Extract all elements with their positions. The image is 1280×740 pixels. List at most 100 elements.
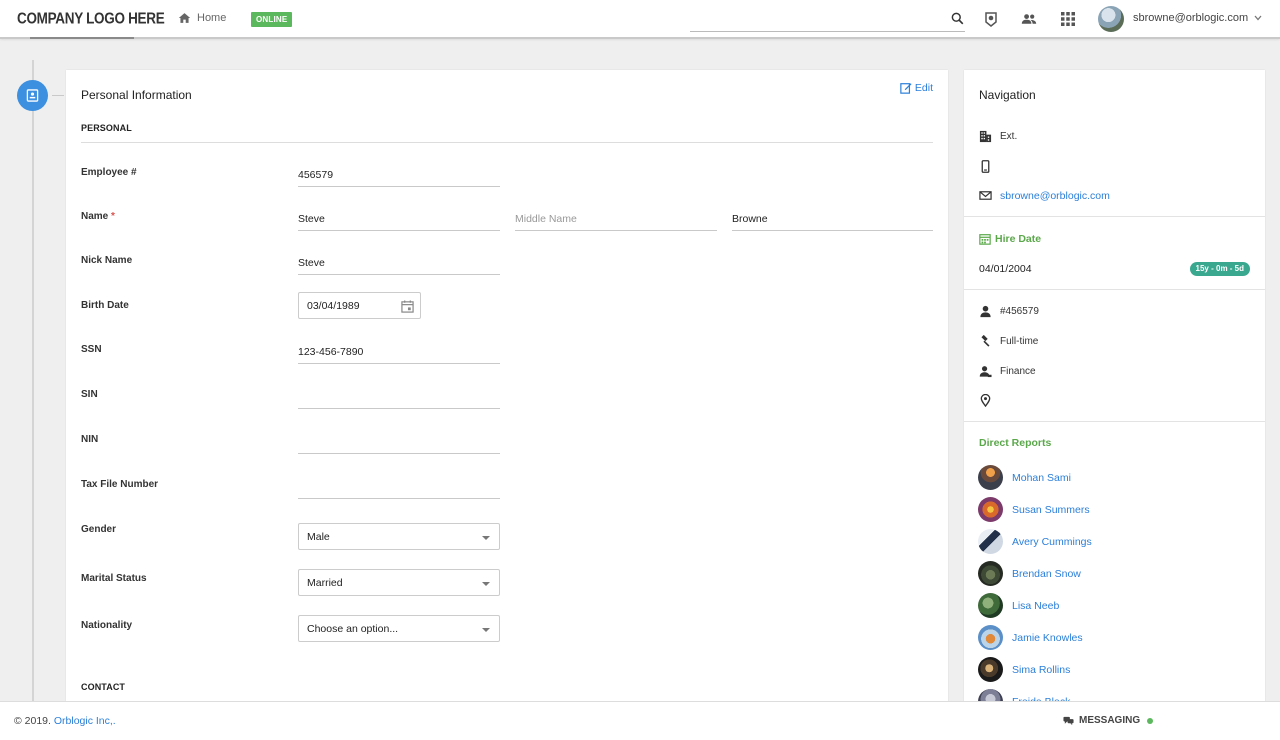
- nin-label: NIN: [81, 434, 99, 445]
- avatar: [978, 465, 1003, 490]
- employee-id-value: #456579: [1000, 306, 1039, 317]
- employee-number-field[interactable]: 456579: [298, 162, 500, 187]
- personal-information-card: Personal Information Edit PERSONAL Emplo…: [66, 70, 948, 710]
- extension-label: Ext.: [1000, 131, 1018, 142]
- email-link[interactable]: sbrowne@orblogic.com: [1000, 190, 1110, 202]
- direct-report-name: Sima Rollins: [1012, 663, 1071, 676]
- direct-report-item[interactable]: Avery Cummings: [978, 529, 1092, 554]
- apps-grid-icon[interactable]: [1059, 10, 1077, 28]
- gender-label: Gender: [81, 524, 117, 535]
- company-link[interactable]: Orblogic Inc,.: [54, 715, 116, 727]
- user-email-label: sbrowne@orblogic.com: [1133, 12, 1249, 24]
- gavel-icon: [981, 335, 990, 347]
- nationality-select[interactable]: Choose an option...: [298, 615, 500, 642]
- messaging-label: MESSAGING: [1079, 715, 1141, 726]
- person-icon: [980, 305, 991, 318]
- timeline-connector: [52, 95, 64, 96]
- search-icon[interactable]: [951, 12, 964, 25]
- hire-date-heading: Hire Date: [979, 233, 1041, 245]
- department-row: Finance: [979, 365, 1036, 378]
- ssn-label: SSN: [81, 344, 102, 355]
- direct-report-name: Brendan Snow: [1012, 567, 1081, 580]
- user-avatar[interactable]: [1098, 6, 1124, 32]
- tenure-badge: 15y - 0m - 5d: [1189, 262, 1250, 276]
- direct-report-name: Lisa Neeb: [1012, 599, 1060, 612]
- timeline-step-personal[interactable]: [17, 80, 48, 111]
- first-name-field[interactable]: Steve: [298, 206, 500, 231]
- navigation-title: Navigation: [979, 88, 1036, 102]
- office-extension-row: Ext.: [979, 130, 1017, 143]
- direct-report-item[interactable]: Brendan Snow: [978, 561, 1081, 586]
- direct-report-item[interactable]: Sima Rollins: [978, 657, 1070, 682]
- panel-divider: [964, 289, 1265, 290]
- avatar: [978, 593, 1003, 618]
- chevron-down-icon: [1254, 15, 1262, 21]
- edit-icon: [900, 83, 912, 94]
- user-menu[interactable]: sbrowne@orblogic.com: [1133, 12, 1262, 24]
- birth-date-field[interactable]: 03/04/1989: [298, 292, 421, 319]
- phone-icon: [981, 160, 990, 173]
- marital-status-select[interactable]: Married: [298, 569, 500, 596]
- employee-id-row: #456579: [979, 305, 1039, 318]
- nick-name-label: Nick Name: [81, 255, 133, 266]
- edit-label: Edit: [914, 82, 933, 94]
- online-status-badge: ONLINE: [251, 12, 293, 27]
- timeline-rail: [32, 60, 34, 705]
- dropdown-caret-icon: [482, 628, 490, 632]
- section-personal-heading: PERSONAL: [81, 123, 132, 133]
- nin-field[interactable]: [298, 429, 500, 454]
- nick-name-field[interactable]: Steve: [298, 250, 500, 275]
- panel-divider: [964, 421, 1265, 422]
- people-icon[interactable]: [1020, 10, 1038, 28]
- building-icon: [979, 130, 992, 143]
- direct-report-name: Jamie Knowles: [1012, 631, 1083, 644]
- messaging-button[interactable]: MESSAGING: [1063, 715, 1154, 726]
- marital-status-label: Marital Status: [81, 573, 147, 584]
- name-label: Name *: [81, 211, 115, 222]
- dropdown-caret-icon: [482, 582, 490, 586]
- home-link[interactable]: Home: [178, 12, 226, 24]
- direct-report-item[interactable]: Lisa Neeb: [978, 593, 1059, 618]
- gender-select[interactable]: Male: [298, 523, 500, 550]
- edit-button[interactable]: Edit: [900, 82, 933, 94]
- search-input[interactable]: [690, 8, 940, 30]
- tax-file-number-field[interactable]: [298, 474, 500, 499]
- ssn-field[interactable]: 123-456-7890: [298, 339, 500, 364]
- direct-report-item[interactable]: Susan Summers: [978, 497, 1090, 522]
- last-name-field[interactable]: Browne: [732, 206, 933, 231]
- direct-report-name: Mohan Sami: [1012, 471, 1071, 484]
- nationality-value: Choose an option...: [307, 623, 399, 635]
- birth-date-label: Birth Date: [81, 300, 129, 311]
- direct-report-name: Susan Summers: [1012, 503, 1090, 516]
- direct-reports-heading: Direct Reports: [979, 437, 1052, 449]
- direct-report-item[interactable]: Mohan Sami: [978, 465, 1071, 490]
- company-logo[interactable]: COMPANY LOGO HERE: [17, 10, 165, 27]
- page-footer: © 2019. Orblogic Inc,. MESSAGING: [0, 701, 1280, 740]
- calendar-icon[interactable]: [401, 300, 414, 313]
- required-marker: *: [111, 211, 115, 222]
- middle-name-field[interactable]: Middle Name: [515, 206, 717, 231]
- direct-report-item[interactable]: Jamie Knowles: [978, 625, 1083, 650]
- sin-field[interactable]: [298, 384, 500, 409]
- department-value: Finance: [1000, 366, 1036, 377]
- location-row: [979, 394, 1000, 407]
- employment-type-value: Full-time: [1000, 336, 1039, 347]
- top-navbar: COMPANY LOGO HERE Home ONLINE sbrowne@or…: [0, 0, 1280, 39]
- home-label: Home: [197, 12, 227, 24]
- copyright-notice: © 2019. Orblogic Inc,.: [14, 715, 116, 727]
- badge-icon[interactable]: [982, 10, 1000, 28]
- nationality-label: Nationality: [81, 620, 133, 631]
- avatar: [978, 497, 1003, 522]
- avatar: [978, 529, 1003, 554]
- location-pin-icon: [980, 394, 991, 407]
- avatar: [978, 657, 1003, 682]
- active-tab-indicator: [30, 37, 134, 39]
- search-bar: [690, 8, 965, 32]
- messaging-status-dot: [1147, 717, 1154, 724]
- dropdown-caret-icon: [482, 536, 490, 540]
- birth-date-value: 03/04/1989: [307, 300, 360, 312]
- panel-divider: [964, 216, 1265, 217]
- hire-date-value: 04/01/2004: [979, 263, 1032, 275]
- tax-file-number-label: Tax File Number: [81, 479, 159, 490]
- section-contact-heading: CONTACT: [81, 682, 126, 692]
